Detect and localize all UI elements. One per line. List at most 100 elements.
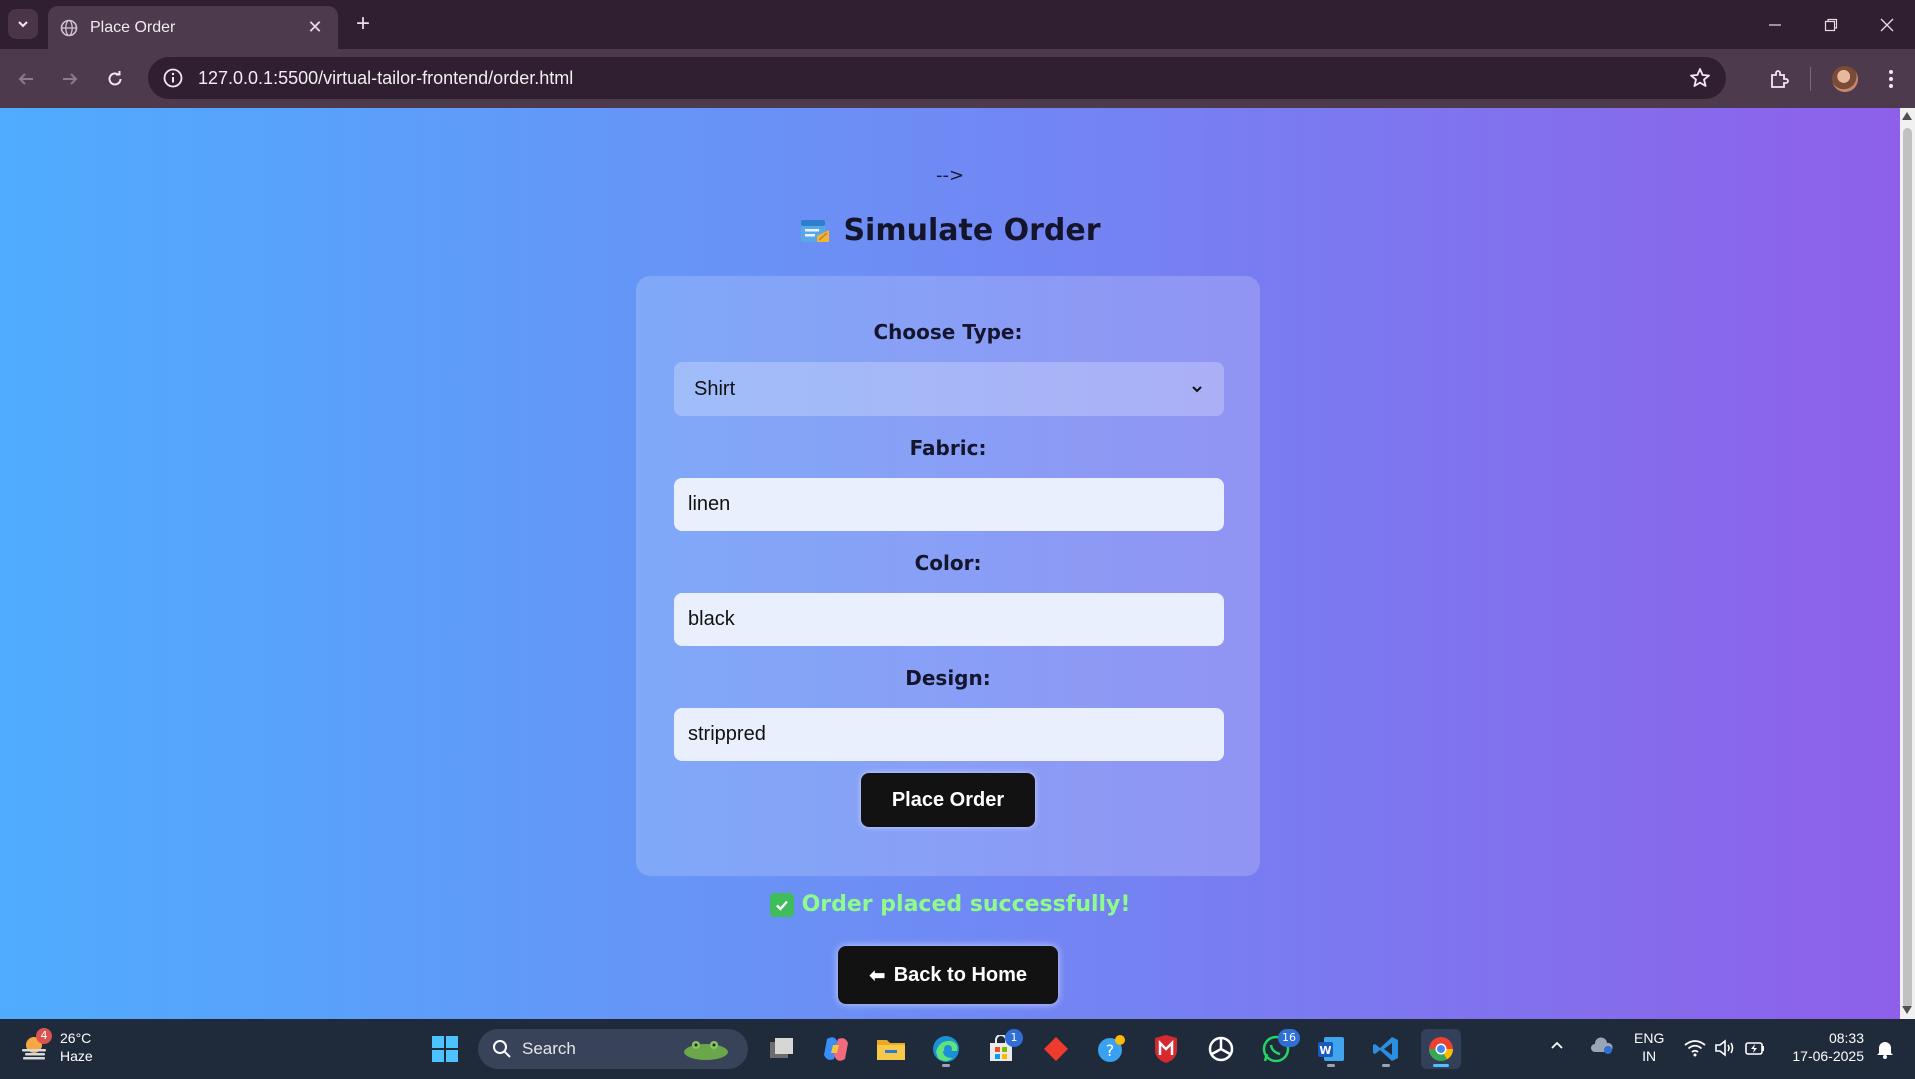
windows-logo-icon xyxy=(432,1036,458,1062)
mcafee-shield-icon xyxy=(1155,1035,1177,1063)
clock-time: 08:33 xyxy=(1828,1030,1864,1046)
site-info-icon[interactable] xyxy=(162,67,184,89)
chrome-button[interactable] xyxy=(1421,1029,1461,1069)
close-window-button[interactable] xyxy=(1864,10,1910,40)
frog-illustration-icon xyxy=(684,1041,728,1060)
search-icon xyxy=(493,1040,511,1058)
bookmark-star-icon[interactable] xyxy=(1688,66,1712,90)
clipboard-icon xyxy=(801,219,830,242)
scroll-down-arrow-icon[interactable] xyxy=(1902,1006,1912,1014)
back-to-home-label: Back to Home xyxy=(893,963,1028,986)
type-select[interactable]: Shirt xyxy=(674,362,1224,416)
chatgpt-button[interactable] xyxy=(1201,1029,1241,1069)
toolbar-divider xyxy=(1810,67,1811,91)
running-indicator xyxy=(1382,1064,1390,1067)
color-label: Color: xyxy=(914,551,982,575)
forward-nav-button[interactable] xyxy=(54,63,86,95)
show-hidden-icons-button[interactable] xyxy=(1550,1039,1564,1057)
microsoft-store-button[interactable]: 1 xyxy=(981,1029,1023,1069)
order-form-card: Choose Type: Shirt Fabric: linen Color: … xyxy=(636,276,1260,876)
success-text: Order placed successfully! xyxy=(801,892,1131,917)
page-scrollbar[interactable] xyxy=(1900,108,1915,1019)
close-tab-icon[interactable]: ✕ xyxy=(304,17,326,38)
new-tab-button[interactable]: + xyxy=(350,12,376,38)
active-indicator xyxy=(1433,1064,1449,1067)
extensions-button[interactable] xyxy=(1764,64,1794,94)
restore-button[interactable] xyxy=(1808,10,1854,40)
puzzle-icon xyxy=(1771,70,1789,88)
svg-text:?: ? xyxy=(1106,1041,1115,1060)
success-message: Order placed successfully! xyxy=(0,892,1900,917)
clock[interactable]: 08:33 17-06-2025 xyxy=(1784,1029,1864,1065)
weather-alert-badge: 4 xyxy=(36,1028,52,1044)
chrome-icon xyxy=(1429,1037,1453,1062)
word-icon: W xyxy=(1318,1037,1344,1061)
browser-tab-active[interactable]: Place Order ✕ xyxy=(48,6,338,49)
globe-icon xyxy=(60,19,78,36)
chevron-up-icon xyxy=(1551,1041,1563,1049)
language-top: ENG xyxy=(1634,1030,1665,1046)
edge-icon xyxy=(933,1036,959,1062)
onedrive-button[interactable] xyxy=(1590,1037,1614,1059)
diamond-icon xyxy=(1044,1037,1068,1061)
taskbar: 4 26°C Haze Search 1 ? 16 W ENG IN 08:33… xyxy=(0,1019,1915,1079)
close-icon xyxy=(1880,18,1894,32)
help-app-button[interactable]: ? xyxy=(1091,1029,1131,1069)
design-input[interactable]: strippred xyxy=(674,708,1224,761)
folder-icon xyxy=(877,1040,905,1060)
tab-title: Place Order xyxy=(90,18,176,36)
language-bottom: IN xyxy=(1642,1048,1657,1064)
back-to-home-button[interactable]: ⬅ Back to Home xyxy=(838,946,1058,1004)
whatsapp-badge: 16 xyxy=(1278,1029,1300,1047)
copilot-button[interactable] xyxy=(816,1029,856,1069)
taskbar-search[interactable]: Search xyxy=(478,1029,748,1069)
minimize-button[interactable] xyxy=(1752,10,1798,40)
weather-widget[interactable]: 4 26°C Haze xyxy=(20,1028,93,1065)
vscode-button[interactable] xyxy=(1366,1029,1406,1069)
scrollbar-thumb[interactable] xyxy=(1903,128,1912,1008)
place-order-button[interactable]: Place Order xyxy=(861,773,1035,827)
whatsapp-button[interactable]: 16 xyxy=(1256,1029,1300,1069)
fabric-input[interactable]: linen xyxy=(674,478,1224,531)
edge-button[interactable] xyxy=(926,1029,966,1069)
git-app-button[interactable] xyxy=(1036,1029,1076,1069)
mcafee-button[interactable] xyxy=(1146,1029,1186,1069)
task-view-button[interactable] xyxy=(762,1029,802,1069)
word-button[interactable]: W xyxy=(1311,1029,1351,1069)
arrow-right-icon xyxy=(63,73,78,85)
stray-comment-text: --> xyxy=(935,165,965,186)
avatar xyxy=(1832,66,1858,92)
fabric-label: Fabric: xyxy=(909,436,987,460)
running-indicator xyxy=(942,1064,950,1067)
type-select-value: Shirt xyxy=(694,377,736,400)
task-view-icon xyxy=(770,1038,793,1058)
page-viewport: --> Simulate Order Choose Type: Shirt Fa… xyxy=(0,108,1900,1019)
reload-button[interactable] xyxy=(99,63,131,95)
browser-toolbar: 127.0.0.1:5500/virtual-tailor-frontend/o… xyxy=(0,49,1915,108)
volume-button[interactable] xyxy=(1714,1039,1736,1061)
chevron-down-icon xyxy=(1192,386,1202,393)
profile-button[interactable] xyxy=(1830,64,1860,94)
file-explorer-button[interactable] xyxy=(871,1029,911,1069)
browser-menu-button[interactable] xyxy=(1876,64,1906,94)
copilot-icon xyxy=(824,1037,848,1061)
weather-desc: Haze xyxy=(60,1048,93,1064)
battery-button[interactable] xyxy=(1744,1039,1766,1061)
weather-temp: 26°C xyxy=(60,1030,92,1046)
more-vertical-icon xyxy=(1889,70,1893,88)
wifi-icon xyxy=(1684,1040,1706,1057)
scroll-up-arrow-icon[interactable] xyxy=(1902,112,1912,120)
taskbar-search-label: Search xyxy=(522,1039,576,1058)
color-input[interactable]: black xyxy=(674,593,1224,646)
weather-haze-icon: 4 xyxy=(20,1028,52,1062)
language-indicator[interactable]: ENG IN xyxy=(1634,1029,1664,1065)
start-button[interactable] xyxy=(425,1029,465,1069)
speaker-icon xyxy=(1715,1039,1734,1057)
checkmark-icon xyxy=(769,892,794,917)
address-bar[interactable]: 127.0.0.1:5500/virtual-tailor-frontend/o… xyxy=(148,57,1726,99)
back-nav-button[interactable] xyxy=(10,63,42,95)
tab-search-button[interactable] xyxy=(8,9,38,39)
notifications-button[interactable] xyxy=(1876,1039,1894,1063)
svg-text:W: W xyxy=(1319,1044,1331,1057)
wifi-button[interactable] xyxy=(1684,1039,1706,1061)
